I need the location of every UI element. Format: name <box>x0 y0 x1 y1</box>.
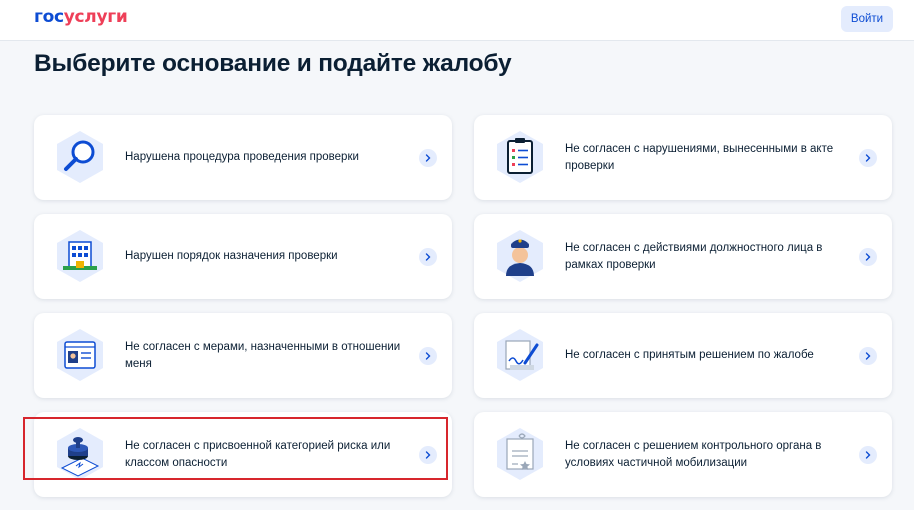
option-card-appointment-order[interactable]: Нарушен порядок назначения проверки <box>34 214 452 299</box>
chevron-right-icon <box>859 248 877 266</box>
chevron-right-icon <box>419 347 437 365</box>
option-label: Не согласен с действиями должностного ли… <box>565 241 823 271</box>
option-card-procedure-violated[interactable]: Нарушена процедура проведения проверки <box>34 115 452 200</box>
option-card-measures[interactable]: Не согласен с мерами, назначенными в отн… <box>34 313 452 398</box>
signed-document-icon <box>497 329 543 381</box>
option-label: Не согласен с решением контрольного орга… <box>565 439 822 469</box>
chevron-right-icon <box>419 149 437 167</box>
page-title: Выберите основание и подайте жалобу <box>34 50 512 77</box>
stamp-icon <box>57 428 103 480</box>
certificate-icon <box>497 428 543 480</box>
building-icon <box>57 230 103 282</box>
login-button[interactable]: Войти <box>841 6 893 32</box>
option-card-mobilization-decision[interactable]: Не согласен с решением контрольного орга… <box>474 412 892 497</box>
chevron-right-icon <box>419 446 437 464</box>
officer-icon <box>497 230 543 282</box>
option-label: Нарушен порядок назначения проверки <box>125 250 338 262</box>
chevron-right-icon <box>859 347 877 365</box>
chevron-right-icon <box>859 149 877 167</box>
option-card-complaint-decision[interactable]: Не согласен с принятым решением по жалоб… <box>474 313 892 398</box>
option-card-risk-category[interactable]: Не согласен с присвоенной категорией рис… <box>34 412 452 497</box>
option-card-act-violations[interactable]: Не согласен с нарушениями, вынесенными в… <box>474 115 892 200</box>
option-label: Нарушена процедура проведения проверки <box>125 151 359 163</box>
option-label: Не согласен с мерами, назначенными в отн… <box>125 340 401 370</box>
header: госуслуги Войти <box>0 0 914 41</box>
option-label: Не согласен с присвоенной категорией рис… <box>125 439 391 469</box>
option-card-official-actions[interactable]: Не согласен с действиями должностного ли… <box>474 214 892 299</box>
id-document-icon <box>57 329 103 381</box>
clipboard-checklist-icon <box>497 131 543 183</box>
chevron-right-icon <box>419 248 437 266</box>
gosuslugi-logo[interactable]: госуслуги <box>34 7 128 27</box>
chevron-right-icon <box>859 446 877 464</box>
option-label: Не согласен с принятым решением по жалоб… <box>565 349 814 361</box>
magnifier-icon <box>57 131 103 183</box>
option-label: Не согласен с нарушениями, вынесенными в… <box>565 142 834 172</box>
